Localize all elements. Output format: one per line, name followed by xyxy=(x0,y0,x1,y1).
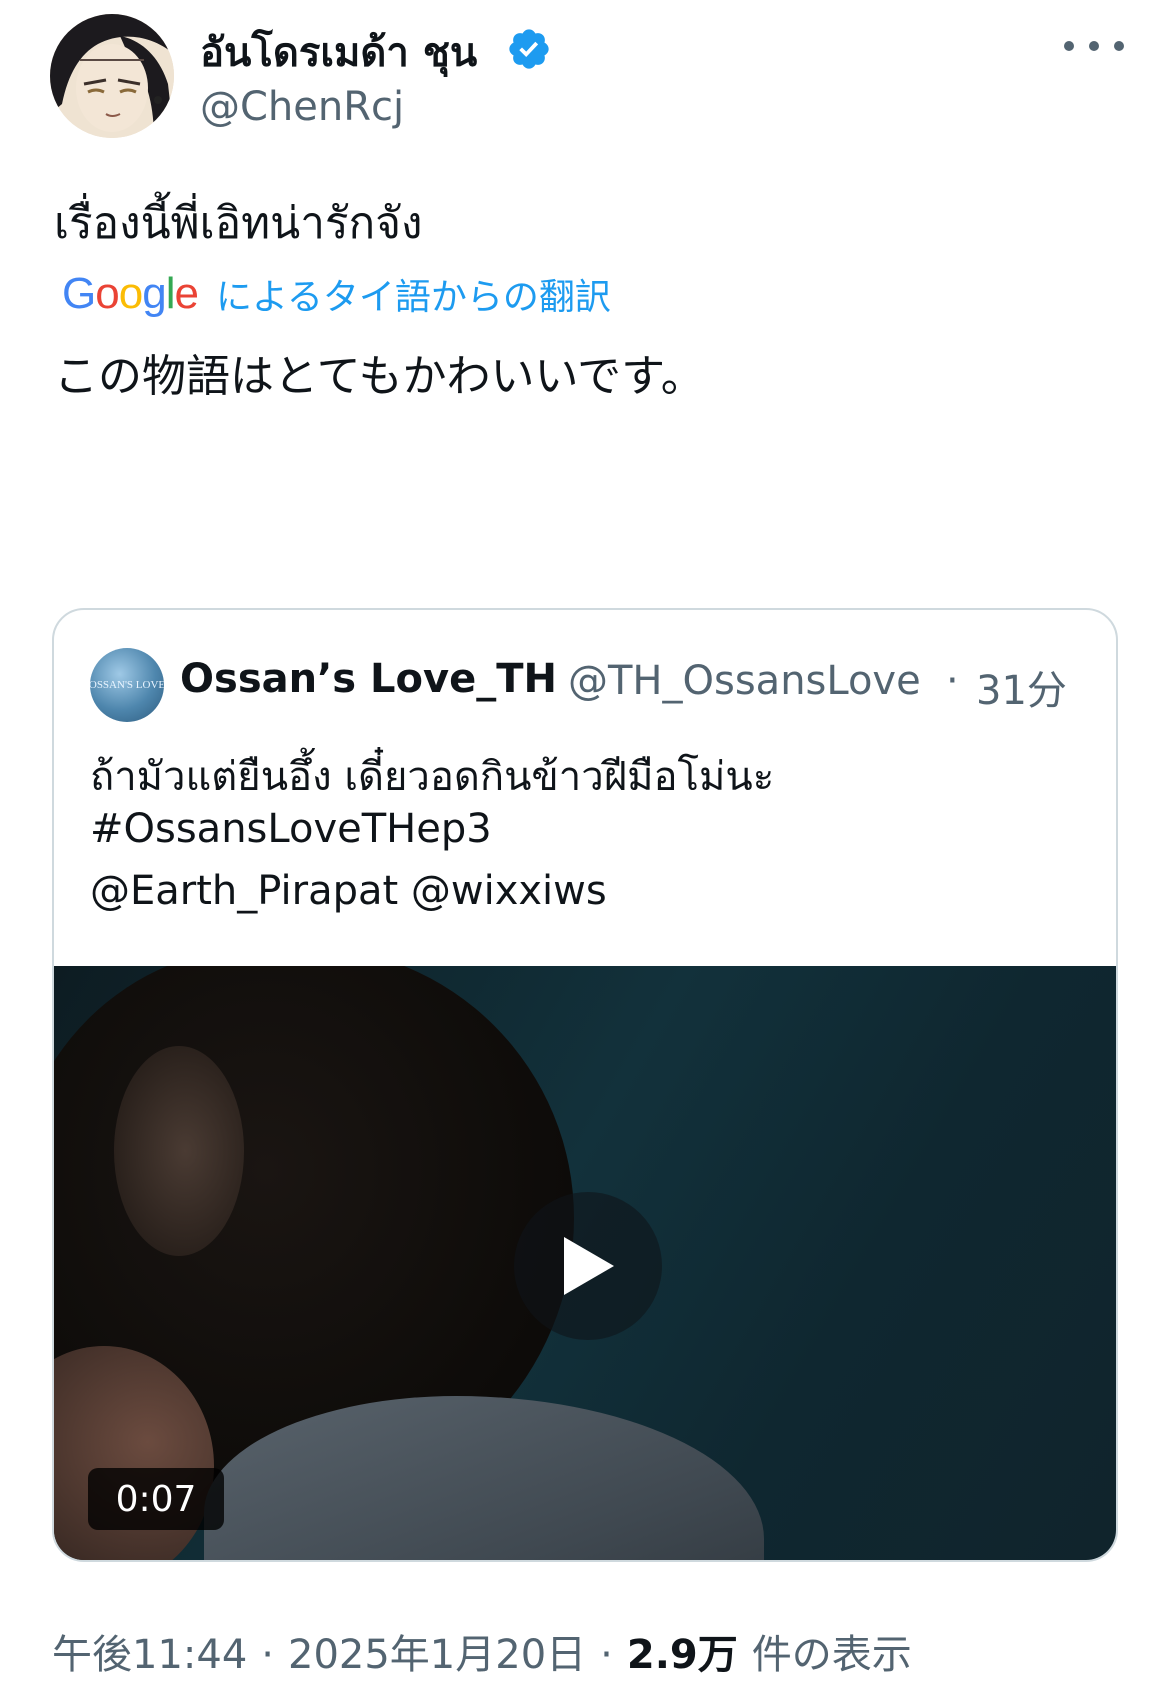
video-frame-ear xyxy=(114,1046,244,1256)
google-letter: o xyxy=(95,269,120,318)
avatar-logo-text: OSSAN'S LOVE xyxy=(90,679,164,691)
anime-avatar-icon xyxy=(50,14,174,138)
verified-badge-icon xyxy=(506,26,552,72)
video-duration-badge: 0:07 xyxy=(88,1468,224,1530)
author-avatar[interactable] xyxy=(50,14,174,138)
google-letter: o xyxy=(118,269,144,318)
video-player[interactable]: 0:07 xyxy=(54,966,1116,1560)
author-display-name[interactable]: อันโดรเมด้า ชุน xyxy=(200,20,477,84)
separator-dot: · xyxy=(261,1632,274,1678)
mentions-line[interactable]: @Earth_Pirapat @wixxiws xyxy=(90,868,607,914)
quoted-author-name[interactable]: Ossan’s Love_TH xyxy=(180,656,557,702)
translation-label: によるタイ語からの翻訳 xyxy=(215,277,611,318)
author-handle[interactable]: @ChenRcj xyxy=(200,84,404,130)
quoted-author-handle[interactable]: @TH_OssansLove xyxy=(568,658,921,704)
view-count-label: 件の表示 xyxy=(751,1632,912,1678)
quoted-author-avatar[interactable]: OSSAN'S LOVE xyxy=(90,648,164,722)
tweet-meta: 午後11:44 · 2025年1月20日 · 2.9万 件の表示 xyxy=(52,1622,912,1680)
separator-dot: · xyxy=(600,1632,613,1678)
google-letter: g xyxy=(142,269,167,318)
separator-dot: · xyxy=(946,658,959,704)
tweet-time[interactable]: 午後11:44 xyxy=(52,1622,247,1680)
translated-text: この物語はとてもかわいいです。 xyxy=(54,351,705,402)
tweet-text: เรื่องนี้พี่เอิทน่ารักจัง xyxy=(54,198,423,249)
hashtag-link[interactable]: #OssansLoveTHep3 xyxy=(90,806,492,852)
view-count[interactable]: 2.9万 xyxy=(627,1622,738,1680)
quoted-text-line: ถ้ามัวแต่ยืนอึ้ง เดี๋ยวอดกินข้าวฝีมือโม่… xyxy=(90,754,775,800)
quoted-tweet-card[interactable]: OSSAN'S LOVE Ossan’s Love_TH @TH_OssansL… xyxy=(52,608,1118,1562)
tweet-date[interactable]: 2025年1月20日 xyxy=(288,1622,586,1680)
play-button[interactable] xyxy=(514,1192,662,1340)
play-icon xyxy=(564,1237,614,1295)
google-wordmark: Google xyxy=(62,269,199,318)
google-letter: e xyxy=(174,269,199,318)
more-options-icon[interactable] xyxy=(1064,26,1124,66)
quoted-timestamp[interactable]: 31分 xyxy=(976,658,1067,716)
translation-attribution[interactable]: Google によるタイ語からの翻訳 xyxy=(62,268,611,320)
google-logo: Google xyxy=(62,269,199,319)
google-letter: G xyxy=(62,269,96,318)
